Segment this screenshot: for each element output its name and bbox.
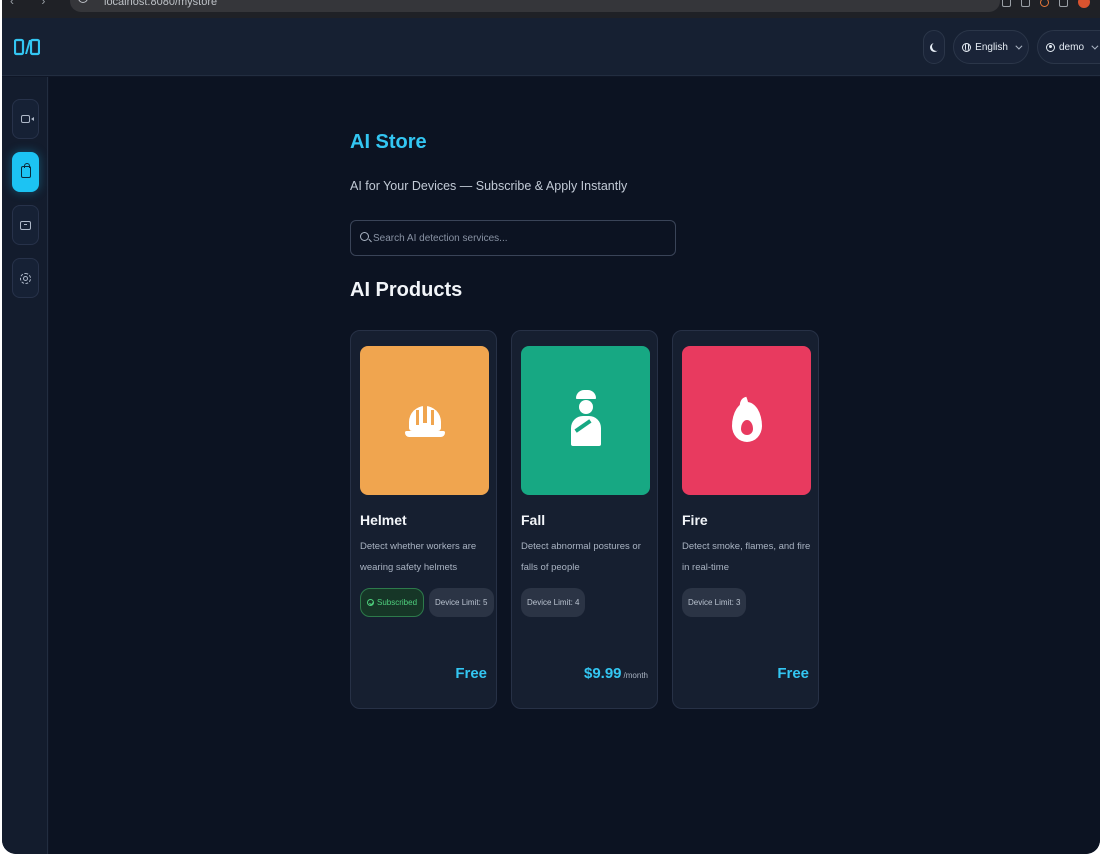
user-name: demo bbox=[1058, 41, 1084, 53]
product-card-fall[interactable]: Fall Detect abnormal postures or falls o… bbox=[511, 330, 658, 709]
sidebar bbox=[2, 77, 48, 854]
device-limit-badge: Device Limit: 4 bbox=[521, 588, 586, 617]
site-info-icon[interactable] bbox=[78, 0, 88, 3]
user-menu[interactable]: demo bbox=[1036, 30, 1100, 64]
subscribed-label: Subscribed bbox=[377, 598, 418, 607]
language-selector[interactable]: English bbox=[953, 30, 1029, 64]
product-price: Free bbox=[777, 665, 809, 682]
product-image[interactable] bbox=[682, 346, 811, 495]
product-card-fire[interactable]: Fire Detect smoke, flames, and fire in r… bbox=[672, 330, 819, 709]
subscribed-badge: Subscribed bbox=[360, 588, 425, 617]
sidebar-item-settings[interactable] bbox=[12, 258, 39, 298]
safety-helmet-icon bbox=[404, 401, 445, 441]
app-header: English demo bbox=[2, 18, 1100, 76]
main-content: AI Store AI for Your Devices — Subscribe… bbox=[49, 77, 1100, 854]
fire-flame-icon bbox=[730, 396, 764, 444]
price-value: Free bbox=[455, 665, 487, 682]
search-box bbox=[350, 220, 676, 256]
product-name: Fall bbox=[521, 512, 546, 528]
check-circle-icon bbox=[367, 599, 374, 606]
language-label: English bbox=[975, 41, 1008, 53]
settings-gear-icon bbox=[20, 272, 31, 284]
device-limit-badge: Device Limit: 3 bbox=[682, 588, 747, 617]
translate-icon[interactable] bbox=[1002, 0, 1011, 7]
page-title: AI Store bbox=[350, 131, 427, 153]
sidebar-item-devices[interactable] bbox=[12, 99, 39, 139]
app-logo-icon[interactable] bbox=[14, 38, 40, 56]
address-bar-url: localhost:8080/mystore bbox=[104, 0, 218, 8]
chevron-down-icon bbox=[1091, 42, 1099, 50]
browser-extension-icons bbox=[1002, 0, 1090, 8]
product-image[interactable] bbox=[521, 346, 650, 495]
product-name: Fire bbox=[682, 512, 708, 528]
user-icon bbox=[1045, 42, 1055, 52]
price-value: $9.99 bbox=[583, 665, 622, 682]
product-image[interactable] bbox=[360, 346, 489, 495]
sidebar-item-ai-store[interactable] bbox=[12, 152, 39, 192]
downloads-icon[interactable] bbox=[1059, 0, 1068, 7]
ticket-icon bbox=[20, 220, 31, 230]
device-limit-badge: Device Limit: 5 bbox=[429, 588, 494, 617]
extension-icon[interactable] bbox=[1040, 0, 1049, 7]
bookmark-star-icon[interactable] bbox=[1021, 0, 1030, 7]
shopping-bag-icon bbox=[20, 163, 31, 178]
product-description: Detect whether workers are wearing safet… bbox=[360, 541, 477, 573]
section-title: AI Products bbox=[350, 279, 463, 301]
product-price: $9.99 /month bbox=[584, 665, 648, 682]
address-bar[interactable]: localhost:8080/mystore bbox=[70, 0, 1000, 12]
product-card-helmet[interactable]: Helmet Detect whether workers are wearin… bbox=[350, 330, 497, 709]
injured-person-icon bbox=[568, 389, 604, 452]
page-subtitle: AI for Your Devices — Subscribe & Apply … bbox=[350, 179, 628, 193]
product-badges: Device Limit: 3 bbox=[682, 588, 747, 617]
product-badges: Device Limit: 4 bbox=[521, 588, 586, 617]
theme-toggle-button[interactable] bbox=[923, 30, 946, 64]
price-unit: /month bbox=[623, 671, 648, 680]
product-price: Free bbox=[455, 665, 487, 682]
globe-icon bbox=[962, 42, 972, 52]
product-badges: Subscribed Device Limit: 5 bbox=[360, 588, 494, 617]
product-description: Detect abnormal postures or falls of peo… bbox=[521, 541, 641, 573]
product-description: Detect smoke, flames, and fire in real-t… bbox=[682, 541, 811, 573]
profile-avatar-icon[interactable] bbox=[1078, 0, 1090, 8]
chevron-down-icon bbox=[1015, 42, 1023, 50]
search-icon bbox=[360, 232, 369, 241]
price-value: Free bbox=[777, 665, 809, 682]
video-camera-icon bbox=[21, 115, 34, 123]
app-window: ‹ › ↻ localhost:8080/mystore English dem… bbox=[2, 0, 1100, 854]
product-list: Helmet Detect whether workers are wearin… bbox=[350, 330, 819, 709]
product-name: Helmet bbox=[360, 512, 407, 528]
search-input[interactable] bbox=[373, 221, 663, 255]
header-actions: English demo bbox=[923, 30, 1100, 64]
moon-icon bbox=[932, 42, 941, 51]
sidebar-item-tickets[interactable] bbox=[12, 205, 39, 245]
browser-toolbar: ‹ › ↻ localhost:8080/mystore bbox=[2, 0, 1100, 18]
